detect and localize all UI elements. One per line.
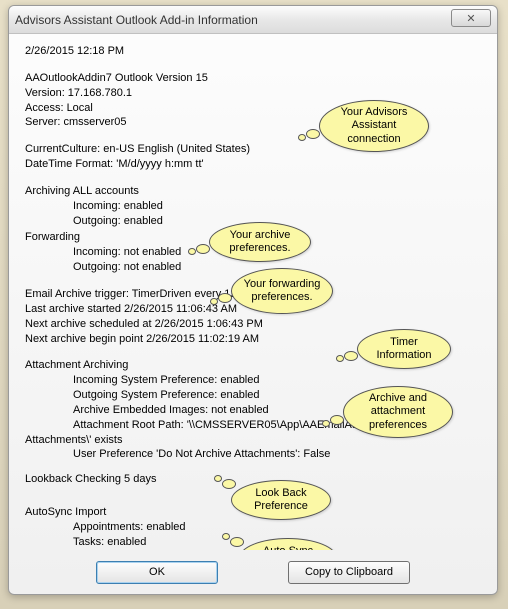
close-icon: ✕ xyxy=(466,12,475,25)
version-line: Version: 17.168.780.1 xyxy=(25,86,483,101)
datetime-format-line: DateTime Format: 'M/d/yyyy h:mm tt' xyxy=(25,157,483,172)
window-title: Advisors Assistant Outlook Add-in Inform… xyxy=(15,13,258,27)
dialog-window: Advisors Assistant Outlook Add-in Inform… xyxy=(8,5,498,595)
callout-attachment-prefs: Archive and attachment preferences xyxy=(343,386,453,438)
callout-forwarding-prefs: Your forwarding preferences. xyxy=(231,268,333,314)
close-button[interactable]: ✕ xyxy=(451,9,491,27)
timestamp: 2/26/2015 12:18 PM xyxy=(25,44,483,59)
callout-lookback: Look Back Preference xyxy=(231,480,331,520)
callout-connection: Your Advisors Assistant connection xyxy=(319,100,429,152)
callout-timer-info: Timer Information xyxy=(357,329,451,369)
callout-archive-prefs: Your archive preferences. xyxy=(209,222,311,262)
timestamp-section: 2/26/2015 12:18 PM xyxy=(25,44,483,59)
ok-button[interactable]: OK xyxy=(96,561,218,584)
titlebar: Advisors Assistant Outlook Add-in Inform… xyxy=(9,6,497,34)
autosync-appts: Appointments: enabled xyxy=(25,520,483,535)
attachment-user-pref: User Preference 'Do Not Archive Attachme… xyxy=(25,447,483,462)
content-area: 2/26/2015 12:18 PM AAOutlookAddin7 Outlo… xyxy=(9,34,497,550)
button-bar: OK Copy to Clipboard xyxy=(9,550,497,594)
addin-version-line: AAOutlookAddin7 Outlook Version 15 xyxy=(25,71,483,86)
archiving-incoming: Incoming: enabled xyxy=(25,199,483,214)
locale-section: CurrentCulture: en-US English (United St… xyxy=(25,142,483,172)
attachment-in-pref: Incoming System Preference: enabled xyxy=(25,373,483,388)
archiving-header: Archiving ALL accounts xyxy=(25,184,483,199)
copy-to-clipboard-button[interactable]: Copy to Clipboard xyxy=(288,561,410,584)
